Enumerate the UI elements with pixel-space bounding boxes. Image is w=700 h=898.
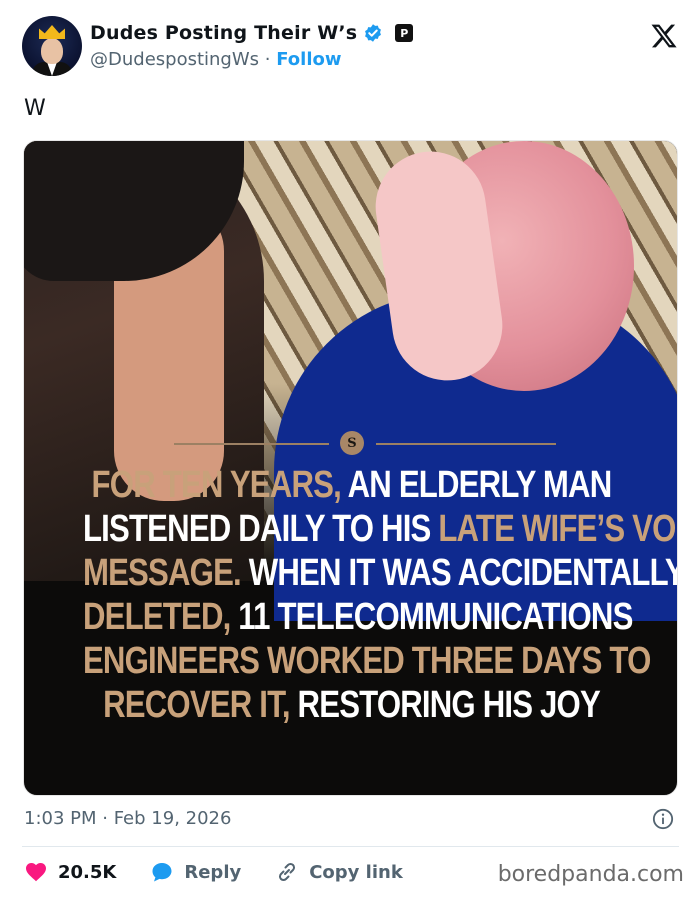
action-bar: 20.5K Reply Copy link [24, 858, 437, 886]
avatar[interactable] [22, 16, 82, 76]
caption-text: AN ELDERLY MAN [340, 464, 613, 506]
caption-highlight: FOR TEN YEARS, [91, 464, 342, 506]
like-button[interactable]: 20.5K [24, 860, 116, 884]
affiliate-badge: P [395, 24, 414, 42]
caption-highlight: RECOVER IT, [103, 684, 290, 726]
caption-highlight: ENGINEERS WORKED THREE DAYS TO [82, 640, 651, 682]
info-icon[interactable] [652, 808, 674, 830]
tweet-header: Dudes Posting Their W’s P @DudespostingW… [22, 16, 682, 78]
heart-icon [26, 863, 46, 882]
reply-bubble-icon [152, 863, 172, 882]
divider-line-left [174, 443, 329, 445]
divider [22, 846, 679, 847]
media-caption: FOR TEN YEARS, AN ELDERLY MAN LISTENED DA… [82, 463, 677, 727]
caption-line: DELETED, 11 TELECOMMUNICATIONS [82, 595, 633, 639]
caption-text: RESTORING HIS JOY [289, 684, 601, 726]
handle-separator: · [264, 49, 271, 70]
caption-line: FOR TEN YEARS, AN ELDERLY MAN [83, 463, 620, 507]
link-icon [279, 862, 296, 882]
caption-highlight: DELETED, [82, 596, 231, 638]
reply-button[interactable]: Reply [150, 860, 241, 884]
caption-divider: S [24, 429, 677, 459]
copy-link-button[interactable]: Copy link [275, 860, 403, 884]
caption-line: LISTENED DAILY TO HIS LATE WIFE’S VOICE [82, 507, 677, 551]
divider-line-right [376, 443, 556, 445]
caption-text: LISTENED DAILY TO HIS [82, 508, 439, 550]
avatar-face [41, 38, 63, 64]
copy-link-label: Copy link [309, 861, 403, 883]
display-name[interactable]: Dudes Posting Their W’s [90, 22, 357, 44]
x-logo-icon[interactable] [650, 22, 678, 50]
crown-icon [39, 25, 65, 39]
tweet-text: W [24, 96, 46, 121]
caption-text: 11 TELECOMMUNICATIONS [230, 596, 633, 638]
reply-label: Reply [184, 861, 242, 883]
caption-line: ENGINEERS WORKED THREE DAYS TO [83, 639, 651, 683]
caption-highlight: MESSAGE. [82, 552, 242, 594]
verified-icon [365, 24, 382, 42]
tweet-media[interactable]: S FOR TEN YEARS, AN ELDERLY MAN LISTENED … [23, 140, 678, 796]
likes-count: 20.5K [58, 861, 117, 883]
brand-coin-icon: S [340, 431, 364, 455]
watermark: boredpanda.com [497, 862, 684, 887]
caption-highlight: LATE WIFE’S VOICE [438, 508, 677, 550]
follow-button[interactable]: Follow [276, 49, 341, 70]
tweet-timestamp[interactable]: 1:03 PM · Feb 19, 2026 [24, 808, 231, 829]
name-row: Dudes Posting Their W’s P [90, 22, 414, 44]
caption-line: RECOVER IT, RESTORING HIS JOY [83, 683, 620, 727]
handle[interactable]: @DudespostingWs [90, 49, 259, 70]
caption-text: WHEN IT WAS ACCIDENTALLY [240, 552, 678, 594]
handle-row: @DudespostingWs · Follow [90, 49, 342, 70]
caption-line: MESSAGE. WHEN IT WAS ACCIDENTALLY [82, 551, 677, 595]
